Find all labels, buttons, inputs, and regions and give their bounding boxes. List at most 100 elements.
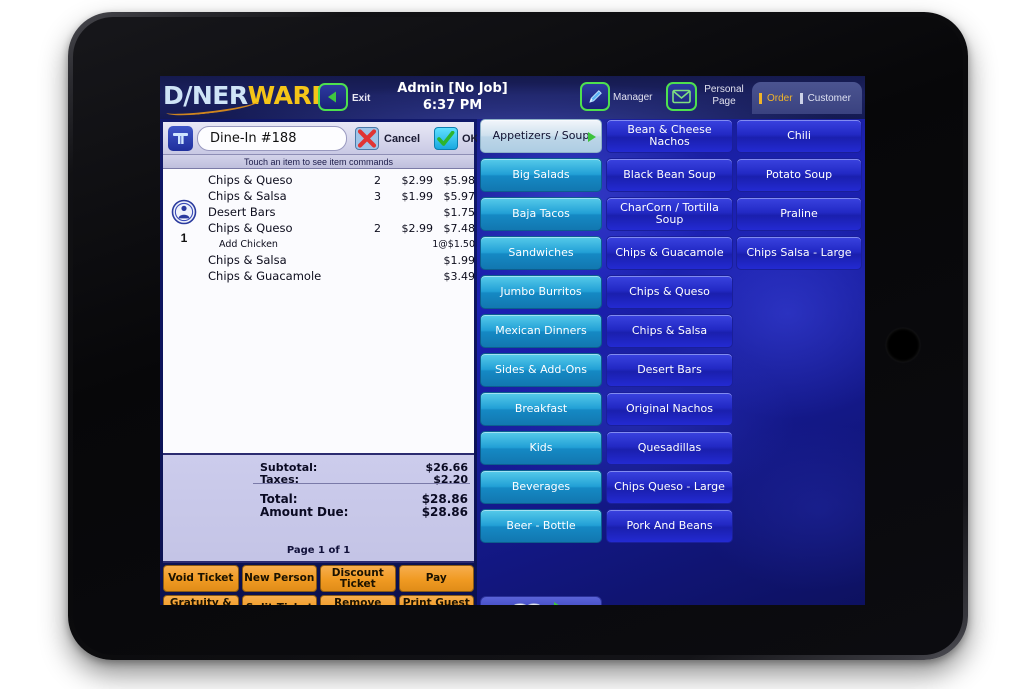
totals-label: Amount Due:: [260, 505, 349, 519]
item-qty: 2: [374, 221, 381, 235]
action-button-remove-discount[interactable]: Remove Discount: [320, 595, 396, 605]
menu-item-button-black-bean-soup[interactable]: Black Bean Soup: [606, 158, 733, 192]
category-button-breakfast[interactable]: Breakfast: [480, 392, 602, 426]
category-button-kids[interactable]: Kids: [480, 431, 602, 465]
category-label: Beer - Bottle: [506, 519, 576, 532]
category-button-mexican-dinners[interactable]: Mexican Dinners: [480, 314, 602, 348]
ticket-totals: Subtotal: $26.66 Taxes: $2.20 Total: $28.86 Am…: [163, 455, 474, 563]
menu-area: Appetizers / Soup Big Salads Baja Tacos San…: [477, 119, 865, 605]
action-button-void-ticket[interactable]: Void Ticket: [163, 565, 239, 592]
category-button-sandwiches[interactable]: Sandwiches: [480, 236, 602, 270]
menu-item-button-chips-guacamole[interactable]: Chips & Guacamole: [606, 236, 733, 270]
totals-value: $28.86: [421, 492, 468, 506]
back-arrow-glyph: [328, 91, 336, 103]
touch-hint-text: Touch an item to see item commands: [163, 155, 474, 169]
manager-label[interactable]: Manager: [613, 92, 652, 103]
menu-item-button-charcorn-tortilla-soup[interactable]: CharCorn / Tortilla Soup: [606, 197, 733, 231]
menu-item-button-chips-salsa-large[interactable]: Chips Salsa - Large: [736, 236, 862, 270]
item-line-total: $3.49: [443, 269, 476, 283]
envelope-glyph: [672, 89, 691, 104]
ticket-items-list[interactable]: 1 Chips & Queso 2 $2.99 $5.98 Chips & Salsa 3…: [163, 169, 476, 455]
ticket-header-bar: Dine-In #188 Cancel OK: [163, 122, 479, 155]
totals-rows-container: Subtotal: $26.66 Taxes: $2.20 Total: $28.86 Am…: [163, 461, 474, 519]
action-button-new-person[interactable]: New Person: [241, 565, 317, 592]
ticket-item-row[interactable]: Chips & Salsa $1.99: [163, 252, 476, 268]
totals-value: $28.86: [421, 505, 468, 519]
item-unit-price: $1.99: [401, 189, 434, 203]
ticket-name-field[interactable]: Dine-In #188: [197, 126, 347, 151]
menu-item-button-quesadillas[interactable]: Quesadillas: [606, 431, 733, 465]
category-selected-arrow-icon: [588, 132, 596, 142]
item-line-total: $1.75: [443, 205, 476, 219]
item-line-total: $1.99: [443, 253, 476, 267]
red-x-icon[interactable]: [355, 127, 379, 150]
totals-divider: [253, 483, 470, 484]
category-label: Sides & Add-Ons: [494, 363, 588, 376]
personal-page-label-line1: Personal: [704, 84, 744, 95]
personal-page-label-line2: Page: [712, 96, 736, 107]
ticket-action-buttons: Void Ticket New Person Discount Ticket Pay G…: [163, 565, 474, 605]
item-name: Chips & Queso: [208, 221, 293, 235]
menu-item-button-chips-queso-large[interactable]: Chips Queso - Large: [606, 470, 733, 504]
item-unit-price: $2.99: [401, 221, 434, 235]
category-button-baja-tacos[interactable]: Baja Tacos: [480, 197, 602, 231]
menu-page-nav[interactable]: [480, 596, 602, 605]
action-button-gratuity-taxes[interactable]: Gratuity & Taxes: [163, 595, 239, 605]
exit-label[interactable]: Exit: [352, 93, 370, 104]
menu-item-button-original-nachos[interactable]: Original Nachos: [606, 392, 733, 426]
category-button-big-salads[interactable]: Big Salads: [480, 158, 602, 192]
green-check-icon[interactable]: [434, 127, 458, 150]
category-label: Baja Tacos: [512, 207, 570, 220]
category-button-beverages[interactable]: Beverages: [480, 470, 602, 504]
menu-item-button-pork-and-beans[interactable]: Pork And Beans: [606, 509, 733, 543]
check-glyph: [437, 130, 455, 146]
pencil-glyph: [588, 90, 602, 103]
table-icon[interactable]: [168, 126, 193, 151]
menu-item-button-praline[interactable]: Praline: [736, 197, 862, 231]
ticket-item-row[interactable]: Chips & Queso 2 $2.99 $7.48: [163, 220, 476, 236]
cancel-button[interactable]: Cancel: [384, 133, 420, 145]
category-column: Appetizers / Soup Big Salads Baja Tacos San…: [480, 119, 602, 548]
menu-item-button-bean-cheese-nachos[interactable]: Bean & Cheese Nachos: [606, 119, 733, 153]
menu-item-button-chili[interactable]: Chili: [736, 119, 862, 153]
action-button-split-ticket[interactable]: Split Ticket: [241, 595, 317, 605]
action-button-print-guest-check[interactable]: Print Guest Check: [398, 595, 474, 605]
envelope-icon[interactable]: [666, 82, 697, 111]
category-label: Sandwiches: [508, 246, 574, 259]
pencil-icon[interactable]: [580, 82, 610, 111]
item-line-total: $5.97: [443, 189, 476, 203]
back-arrow-icon[interactable]: [318, 83, 348, 111]
item-line-total: $7.48: [443, 221, 476, 235]
tab-order[interactable]: Order: [759, 92, 793, 104]
totals-row: Total: $28.86: [163, 492, 474, 506]
ticket-item-row[interactable]: Desert Bars $1.75: [163, 204, 476, 220]
tab-customer[interactable]: Customer: [799, 92, 851, 104]
ticket-item-row[interactable]: Chips & Queso 2 $2.99 $5.98: [163, 172, 475, 188]
green-next-arrow-icon[interactable]: [553, 601, 571, 605]
ticket-item-row[interactable]: Chips & Salsa 3 $1.99 $5.97: [163, 188, 476, 204]
category-label: Kids: [529, 441, 553, 454]
totals-label: Total:: [260, 492, 298, 506]
menu-item-button-potato-soup[interactable]: Potato Soup: [736, 158, 862, 192]
item-name: Chips & Salsa: [208, 253, 287, 267]
ticket-modifier-row[interactable]: Add Chicken 1@$1.50: [163, 236, 475, 252]
category-button-sides-add-ons[interactable]: Sides & Add-Ons: [480, 353, 602, 387]
category-button-appetizers-soup[interactable]: Appetizers / Soup: [480, 119, 602, 153]
home-button[interactable]: [886, 328, 920, 362]
menu-item-column-2: Chili Potato Soup Praline Chips Salsa - Lar…: [736, 119, 862, 275]
table-glyph: [173, 133, 188, 144]
personal-page-label[interactable]: Personal Page: [700, 84, 748, 108]
action-button-discount-ticket[interactable]: Discount Ticket: [320, 565, 396, 592]
category-label: Breakfast: [514, 402, 568, 415]
category-button-jumbo-burritos[interactable]: Jumbo Burritos: [480, 275, 602, 309]
ticket-panel: Dine-In #188 Cancel OK Touch an item to …: [160, 119, 479, 605]
menu-item-button-desert-bars[interactable]: Desert Bars: [606, 353, 733, 387]
action-button-pay[interactable]: Pay: [398, 565, 474, 592]
menu-item-button-chips-salsa[interactable]: Chips & Salsa: [606, 314, 733, 348]
totals-value: $2.20: [433, 473, 468, 486]
menu-item-button-chips-queso[interactable]: Chips & Queso: [606, 275, 733, 309]
top-header-bar: D/NERWARE® Exit Admin [No Job] 6:37 PM M…: [160, 76, 865, 119]
category-label: Beverages: [511, 480, 571, 493]
ticket-item-row[interactable]: Chips & Guacamole $3.49: [163, 268, 476, 284]
category-button-beer-bottle[interactable]: Beer - Bottle: [480, 509, 602, 543]
